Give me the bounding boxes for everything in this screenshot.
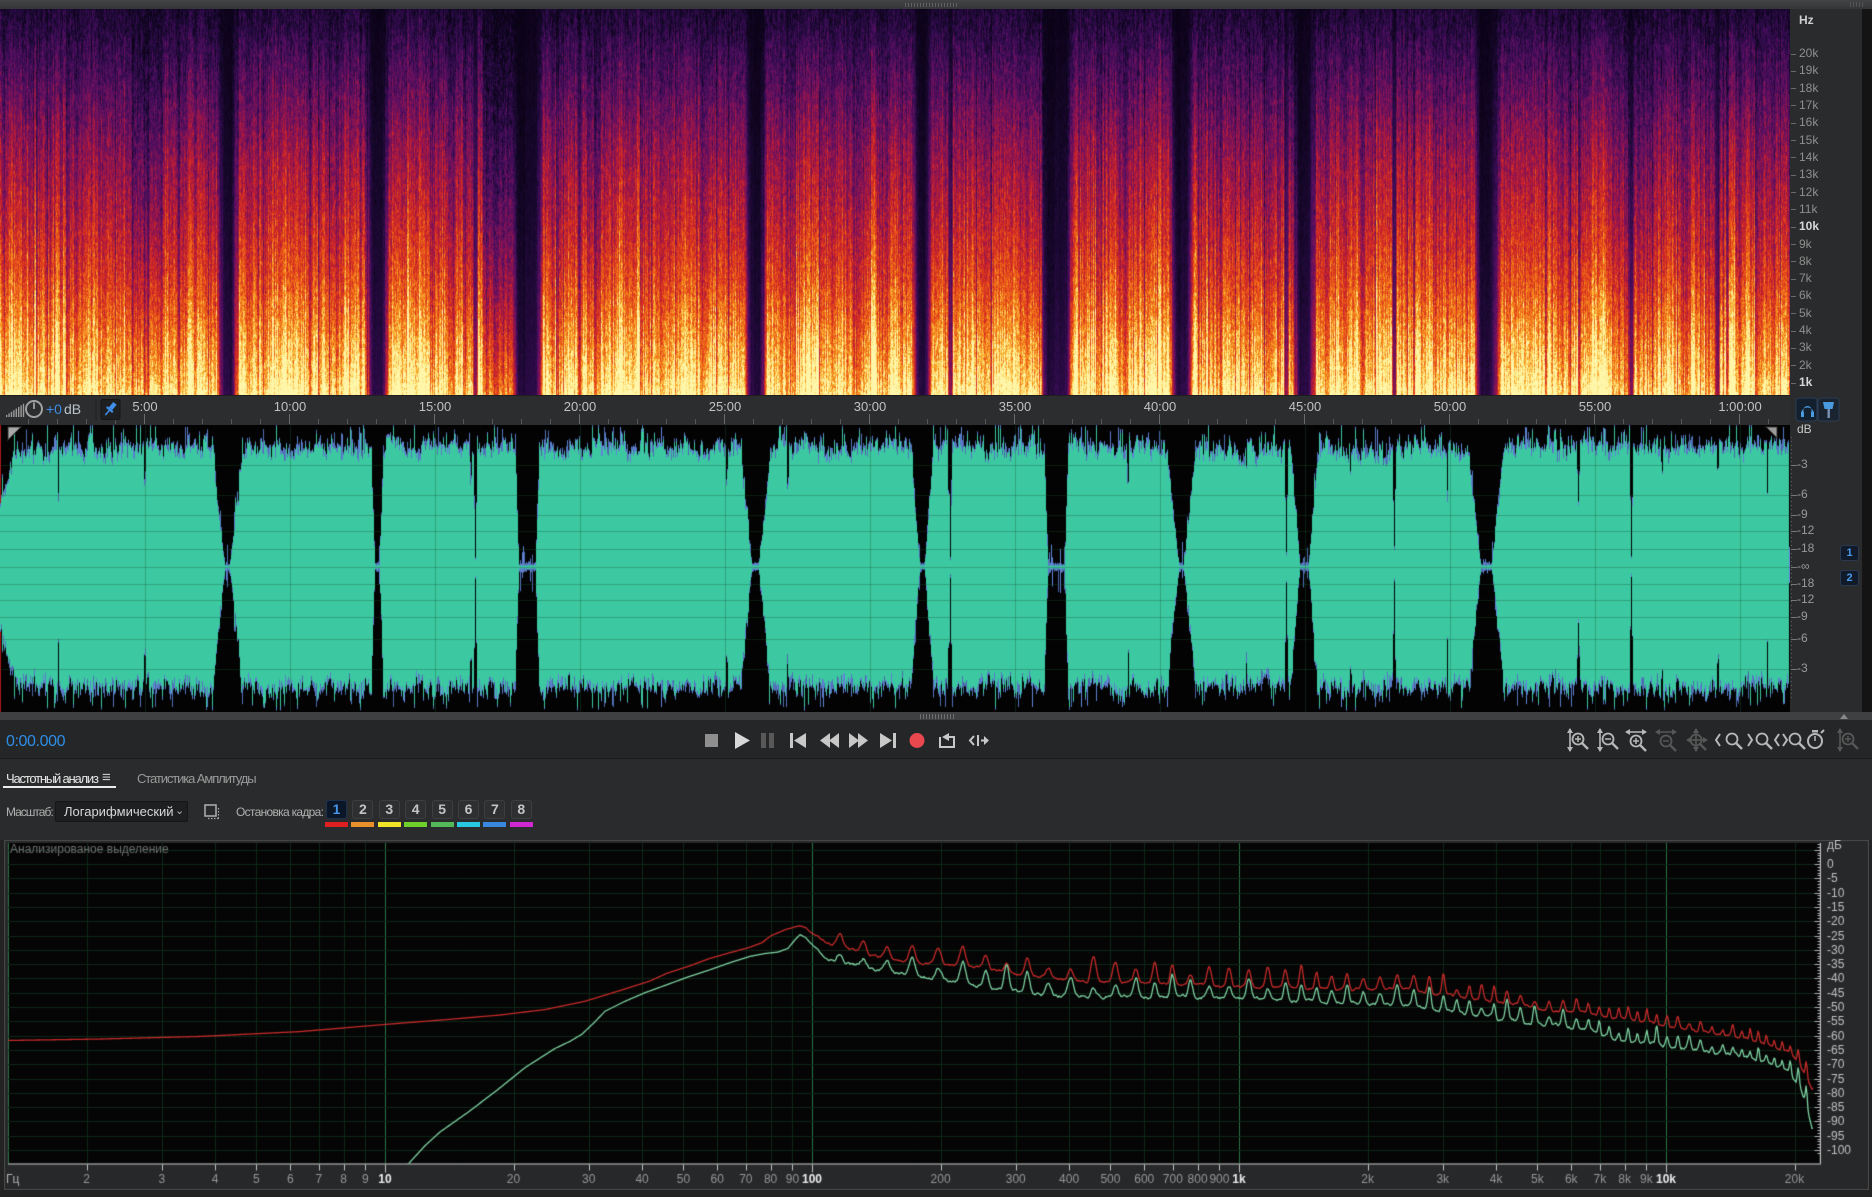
svg-text:dB: dB — [64, 401, 81, 417]
svg-text:+0: +0 — [46, 401, 62, 417]
